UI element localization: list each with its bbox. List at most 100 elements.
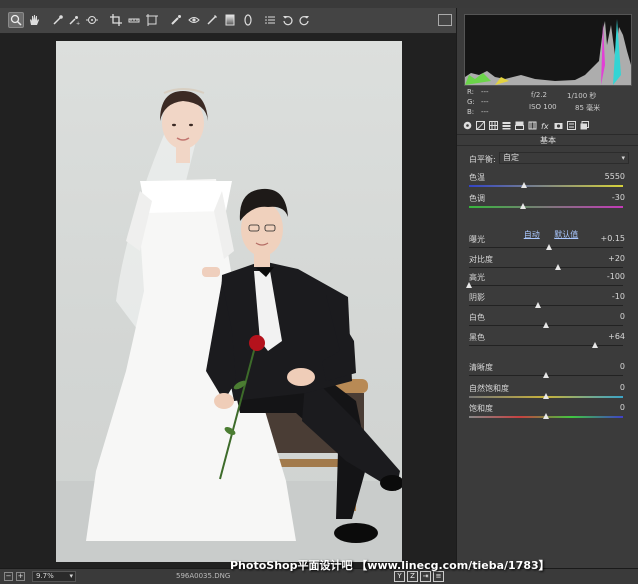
blacks-value[interactable]: +64 <box>608 332 625 341</box>
watermark-text: PhotoShop平面设计吧 【www.linecg.com/tieba/178… <box>230 559 550 572</box>
tab-presets-icon[interactable] <box>565 119 577 131</box>
panel-tabs: fx <box>459 119 637 133</box>
white-balance-value: 自定 <box>503 153 519 162</box>
r-label: R: <box>467 88 475 96</box>
slider-temperature: 色温 5550 <box>469 172 633 192</box>
vibrance-value[interactable]: 0 <box>620 383 625 392</box>
white-balance-label: 白平衡: <box>469 155 496 164</box>
temperature-track[interactable] <box>469 185 623 187</box>
r-value: --- <box>481 88 489 96</box>
contrast-value[interactable]: +20 <box>608 254 625 263</box>
chevron-down-icon: ▾ <box>621 154 625 162</box>
g-value: --- <box>481 98 489 106</box>
svg-text:+: + <box>76 21 80 26</box>
slider-clarity: 清晰度 0 <box>469 362 633 382</box>
rotate-ccw-icon[interactable] <box>280 12 296 28</box>
tab-split-toning-icon[interactable] <box>513 119 525 131</box>
tab-effects-icon[interactable]: fx <box>539 119 551 131</box>
metadata-readout: R: --- G: --- B: --- f/2.2 1/100 秒 ISO 1… <box>467 88 635 118</box>
crop-icon[interactable] <box>108 12 124 28</box>
blacks-label: 黑色 <box>469 333 485 342</box>
blacks-track[interactable] <box>469 345 623 346</box>
tab-snapshots-icon[interactable] <box>578 119 590 131</box>
red-eye-icon[interactable] <box>186 12 202 28</box>
tab-basic-icon[interactable] <box>461 119 473 131</box>
file-name: 596A0035.DNG <box>176 572 231 580</box>
white-balance-row: 白平衡: 自定 ▾ <box>469 152 633 166</box>
shutter-speed: 1/100 秒 <box>567 92 597 100</box>
straighten-icon[interactable] <box>126 12 142 28</box>
zoom-level: 9.7% <box>36 572 54 580</box>
chevron-down-icon: ▾ <box>69 572 73 580</box>
aperture: f/2.2 <box>531 91 547 99</box>
shadows-thumb[interactable] <box>535 302 542 308</box>
saturation-thumb[interactable] <box>543 413 549 419</box>
fullscreen-icon[interactable] <box>438 14 452 26</box>
clarity-thumb[interactable] <box>543 372 549 378</box>
exposure-value[interactable]: +0.15 <box>600 234 625 243</box>
saturation-value[interactable]: 0 <box>620 403 625 412</box>
tint-track[interactable] <box>469 206 623 208</box>
clarity-label: 清晰度 <box>469 363 493 372</box>
slider-shadows: 阴影 -10 <box>469 292 633 312</box>
blacks-thumb[interactable] <box>592 342 599 348</box>
tab-hsl-icon[interactable] <box>500 119 512 131</box>
zoom-out-button[interactable]: − <box>4 572 13 581</box>
targeted-adjust-icon[interactable] <box>84 12 100 28</box>
highlights-value[interactable]: -100 <box>607 272 625 281</box>
rotate-cw-icon[interactable] <box>296 12 312 28</box>
vibrance-thumb[interactable] <box>543 393 549 399</box>
clarity-value[interactable]: 0 <box>620 362 625 371</box>
exposure-label: 曝光 <box>469 235 485 244</box>
slider-blacks: 黑色 +64 <box>469 332 633 352</box>
whites-thumb[interactable] <box>543 322 549 328</box>
contrast-track[interactable] <box>469 267 623 268</box>
slider-exposure: 曝光 +0.15 <box>469 234 633 254</box>
slider-tint: 色调 -30 <box>469 193 633 213</box>
svg-text:fx: fx <box>541 122 549 130</box>
adjustment-panel: R: --- G: --- B: --- f/2.2 1/100 秒 ISO 1… <box>456 8 638 568</box>
highlights-thumb[interactable] <box>466 282 472 288</box>
zoom-in-button[interactable]: + <box>16 572 25 581</box>
tab-detail-icon[interactable] <box>487 119 499 131</box>
shadows-value[interactable]: -10 <box>612 292 625 301</box>
graduated-filter-icon[interactable] <box>222 12 238 28</box>
temperature-label: 色温 <box>469 173 485 182</box>
tint-value[interactable]: -30 <box>612 193 625 202</box>
contrast-label: 对比度 <box>469 255 493 264</box>
temperature-value[interactable]: 5550 <box>605 172 625 181</box>
tab-lens-icon[interactable] <box>526 119 538 131</box>
focal-length: 85 毫米 <box>575 104 601 112</box>
temperature-thumb[interactable] <box>521 182 528 188</box>
exposure-thumb[interactable] <box>546 244 553 250</box>
tint-thumb[interactable] <box>519 203 526 209</box>
white-balance-select[interactable]: 自定 ▾ <box>499 152 629 164</box>
adjustment-brush-icon[interactable] <box>204 12 220 28</box>
zoom-icon[interactable] <box>8 12 24 28</box>
tab-tone-curve-icon[interactable] <box>474 119 486 131</box>
tint-label: 色调 <box>469 194 485 203</box>
white-balance-icon[interactable] <box>50 12 66 28</box>
iso: ISO 100 <box>529 103 557 111</box>
hand-icon[interactable] <box>26 12 42 28</box>
preferences-icon[interactable] <box>262 12 278 28</box>
transform-icon[interactable] <box>144 12 160 28</box>
slider-saturation: 饱和度 0 <box>469 403 633 423</box>
whites-value[interactable]: 0 <box>620 312 625 321</box>
wedding-photo <box>56 41 402 562</box>
color-sampler-icon[interactable]: + <box>66 12 82 28</box>
highlights-track[interactable] <box>469 285 623 286</box>
section-title-basic: 基本 <box>457 134 638 146</box>
zoom-level-select[interactable]: 9.7% ▾ <box>32 571 76 582</box>
spot-removal-icon[interactable] <box>168 12 184 28</box>
shadows-track[interactable] <box>469 305 623 306</box>
slider-vibrance: 自然饱和度 0 <box>469 383 633 403</box>
image-canvas <box>0 34 456 568</box>
contrast-thumb[interactable] <box>555 264 562 270</box>
radial-filter-icon[interactable] <box>240 12 256 28</box>
tab-camera-calibration-icon[interactable] <box>552 119 564 131</box>
title-strip <box>0 0 638 8</box>
g-label: G: <box>467 98 475 106</box>
slider-highlights: 高光 -100 <box>466 272 633 292</box>
shadows-label: 阴影 <box>469 293 485 302</box>
